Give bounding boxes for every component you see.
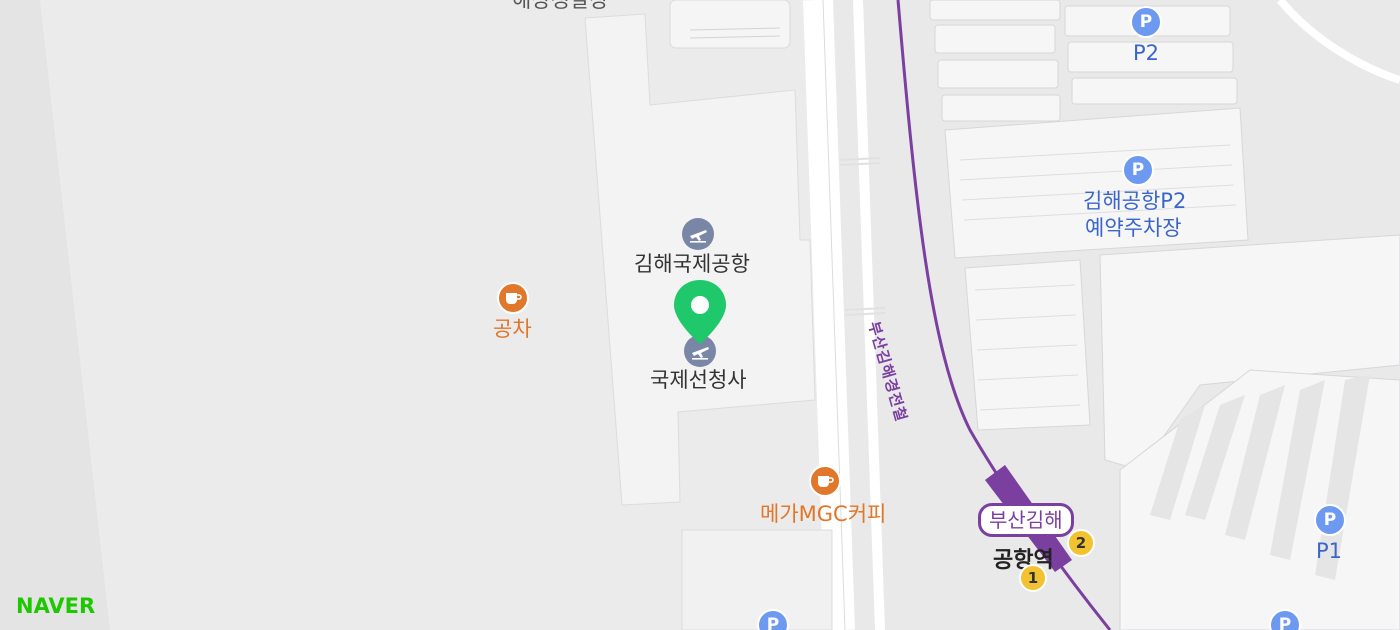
coffee-cup-icon[interactable] [809,465,841,497]
parking-label-p2[interactable]: P2 [1133,43,1159,64]
international-terminal-label[interactable]: 국제선청사 [650,370,747,391]
parking-icon[interactable]: P [1130,6,1162,38]
map-view[interactable]: 해상정말장 김해국제공항 국제선청사 공차 메가MGC커피 P P2 P 김해공… [0,0,1400,630]
poi-label-gongcha[interactable]: 공차 [493,319,532,340]
airplane-icon[interactable] [682,218,714,250]
station-exit-badge[interactable]: 1 [1019,564,1047,592]
location-pin-icon[interactable] [672,278,728,346]
naver-logo: NAVER [16,594,96,618]
cut-off-area-label: 해상정말장 [512,0,609,12]
parking-label-p1[interactable]: P1 [1316,541,1342,562]
station-name-box[interactable]: 부산김해 [978,503,1074,537]
parking-label-p2-reservation-2[interactable]: 예약주차장 [1085,218,1182,239]
terminal-label[interactable]: 김해국제공항 [634,254,750,275]
poi-label-mega-coffee[interactable]: 메가MGC커피 [760,504,886,525]
parking-icon[interactable]: P [1314,504,1346,536]
coffee-cup-icon[interactable] [497,282,529,314]
parking-icon[interactable]: P [1122,154,1154,186]
station-exit-badge[interactable]: 2 [1067,529,1095,557]
parking-label-p2-reservation-1[interactable]: 김해공항P2 [1083,191,1186,212]
